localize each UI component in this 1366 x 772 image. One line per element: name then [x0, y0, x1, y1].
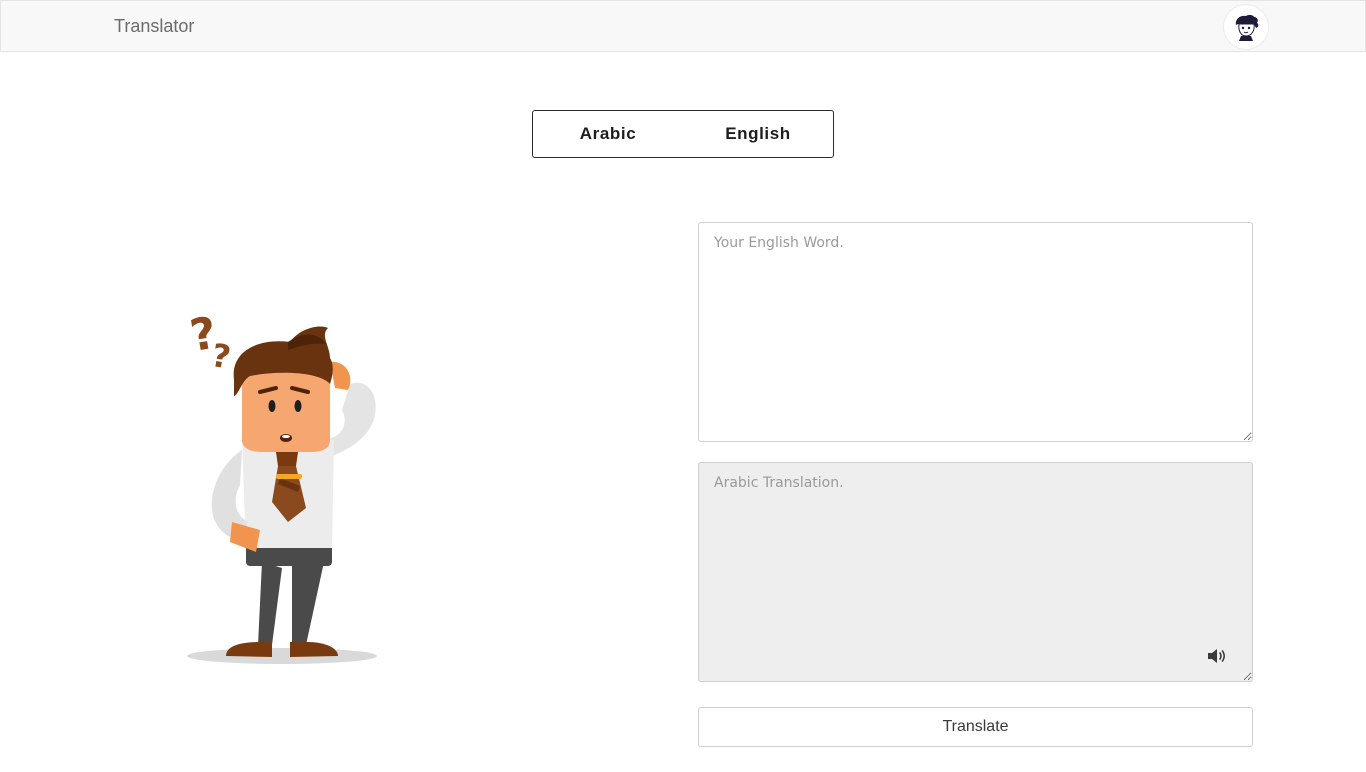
brand-link[interactable]: Translator: [114, 16, 194, 37]
arabic-output-field[interactable]: [698, 462, 1253, 682]
avatar-face-icon: [1235, 14, 1259, 41]
language-toggle: Arabic English: [532, 110, 834, 158]
translate-button[interactable]: Translate: [698, 707, 1253, 747]
navbar: Translator: [0, 0, 1366, 52]
english-input-field[interactable]: [698, 222, 1253, 442]
lang-option-arabic[interactable]: Arabic: [533, 111, 683, 157]
lang-option-english[interactable]: English: [683, 111, 833, 157]
speaker-icon[interactable]: [1206, 646, 1230, 666]
confused-man-illustration: ? ?: [186, 307, 377, 664]
user-avatar-icon[interactable]: [1223, 4, 1269, 50]
